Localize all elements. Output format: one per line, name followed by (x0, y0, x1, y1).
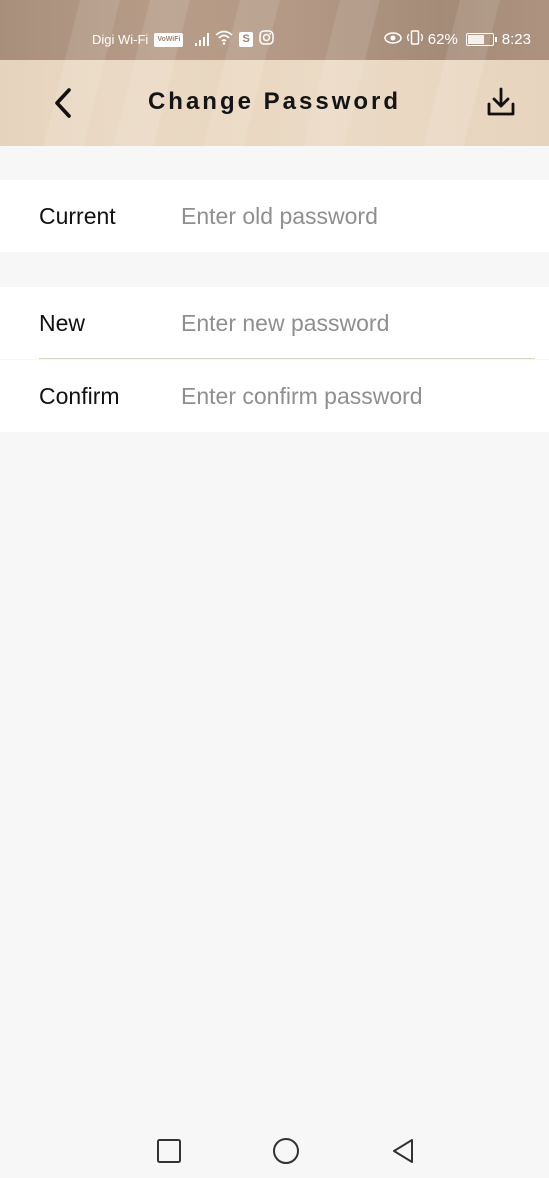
instagram-icon (259, 30, 274, 49)
download-icon (487, 87, 515, 116)
current-password-label: Current (39, 202, 116, 229)
field-divider (39, 358, 535, 359)
download-button[interactable] (481, 82, 521, 122)
wifi-icon (215, 30, 234, 49)
battery-percent: 62% (427, 31, 458, 48)
eye-icon (384, 31, 402, 48)
s-app-badge: S (239, 32, 253, 47)
signal-icon (195, 33, 210, 46)
new-password-input[interactable] (181, 303, 529, 343)
clock-time: 8:23 (501, 31, 531, 48)
home-button[interactable] (271, 1136, 301, 1166)
new-password-label: New (39, 309, 86, 336)
confirm-password-row: Confirm (0, 360, 549, 432)
current-password-row: Current (0, 180, 549, 252)
triangle-back-icon (393, 1139, 413, 1163)
status-bar-left: Digi Wi-Fi VoWiFi S (92, 30, 274, 49)
carrier-name: Digi Wi-Fi (92, 32, 149, 47)
system-back-button[interactable] (388, 1136, 418, 1166)
status-bar-right: 62% 8:23 (384, 30, 531, 49)
battery-icon (465, 33, 497, 46)
confirm-password-input[interactable] (181, 376, 529, 416)
vibrate-icon (406, 30, 424, 49)
vowifi-badge: VoWiFi (154, 32, 184, 47)
page-title: Change Password (147, 88, 402, 115)
confirm-password-label: Confirm (39, 382, 120, 409)
app-header: Change Password (0, 60, 549, 146)
square-icon (157, 1139, 181, 1163)
new-password-row: New (0, 287, 549, 359)
current-password-input[interactable] (181, 196, 529, 236)
status-bar: Digi Wi-Fi VoWiFi S 62% 8:23 (0, 0, 549, 60)
circle-icon (273, 1138, 299, 1164)
recent-apps-button[interactable] (154, 1136, 184, 1166)
system-nav-bar (0, 1118, 549, 1178)
